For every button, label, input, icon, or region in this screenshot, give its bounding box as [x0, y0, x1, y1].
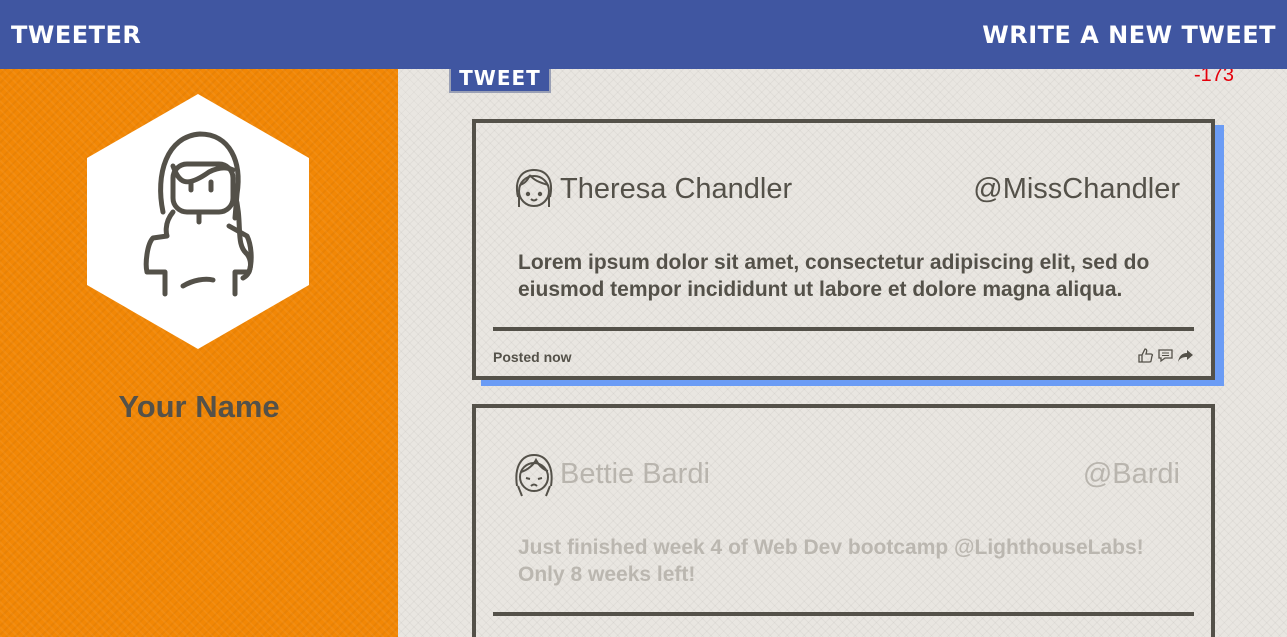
share-icon[interactable] — [1177, 347, 1194, 364]
tweet-footer — [493, 632, 1194, 637]
tweet-card: Bettie Bardi @Bardi Just finished week 4… — [472, 404, 1215, 637]
write-new-tweet-button[interactable]: WRITE A NEW TWEET — [982, 21, 1276, 49]
tweet-footer: Posted now — [493, 347, 1194, 367]
tweet-card: Theresa Chandler @MissChandler Lorem ips… — [472, 119, 1215, 380]
tweet-text: Just finished week 4 of Web Dev bootcamp… — [518, 536, 1144, 586]
comment-icon[interactable] — [1157, 347, 1174, 364]
like-icon[interactable] — [1137, 347, 1154, 364]
tweet-divider — [493, 327, 1194, 331]
tweet-feed: TWEET -173 Theresa Chandler @MissChandle… — [398, 69, 1287, 637]
tweet-divider — [493, 612, 1194, 616]
tweet-header: Bettie Bardi @Bardi — [512, 450, 1182, 498]
tweet-author-name[interactable]: Bettie Bardi — [560, 458, 710, 491]
tweet-submit-button[interactable]: TWEET — [449, 69, 551, 93]
tweet-author-name[interactable]: Theresa Chandler — [560, 173, 792, 206]
brand-logo[interactable]: TWEETER — [11, 21, 141, 49]
top-nav: TWEETER WRITE A NEW TWEET — [0, 0, 1287, 69]
profile-name: Your Name — [118, 389, 280, 424]
character-counter: -173 — [1194, 69, 1235, 86]
tweet-text: Lorem ipsum dolor sit amet, consectetur … — [518, 251, 1150, 301]
tweet-author-handle[interactable]: @MissChandler — [973, 173, 1180, 206]
profile-sidebar: Your Name — [0, 69, 398, 637]
tweet-timestamp: Posted now — [493, 349, 572, 365]
profile-avatar — [87, 94, 309, 349]
avatar-icon — [516, 168, 552, 207]
tweet-author-handle[interactable]: @Bardi — [1083, 458, 1180, 491]
avatar-icon — [515, 453, 553, 497]
tweet-actions — [1137, 347, 1194, 364]
tweet-header: Theresa Chandler @MissChandler — [512, 165, 1182, 213]
